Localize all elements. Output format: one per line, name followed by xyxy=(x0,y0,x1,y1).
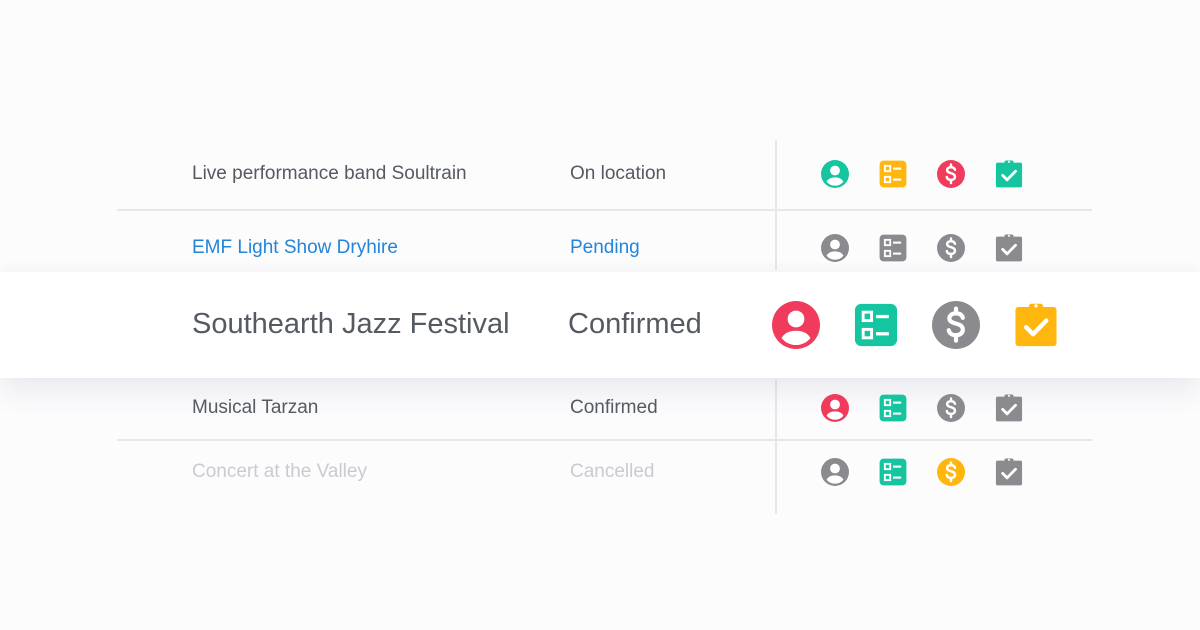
table-row[interactable]: EMF Light Show Dryhire Pending xyxy=(0,228,1200,268)
clipboard-check-icon[interactable] xyxy=(995,234,1023,262)
clipboard-check-icon[interactable] xyxy=(995,458,1023,486)
dollar-icon[interactable] xyxy=(937,458,965,486)
status-icons xyxy=(772,301,1058,349)
checklist-icon[interactable] xyxy=(879,234,907,262)
clipboard-check-icon[interactable] xyxy=(995,394,1023,422)
event-status: Confirmed xyxy=(568,308,702,340)
status-icons xyxy=(821,234,1023,262)
table-row[interactable]: Live performance band Soultrain On locat… xyxy=(0,154,1200,194)
clipboard-check-icon[interactable] xyxy=(995,160,1023,188)
row-divider xyxy=(117,209,1092,211)
event-status: On location xyxy=(570,163,667,184)
clipboard-check-icon[interactable] xyxy=(1014,303,1058,347)
person-icon[interactable] xyxy=(821,160,849,188)
dollar-icon[interactable] xyxy=(937,234,965,262)
dollar-icon[interactable] xyxy=(937,394,965,422)
checklist-icon[interactable] xyxy=(854,303,898,347)
event-name[interactable]: Southearth Jazz Festival xyxy=(192,308,510,341)
person-icon[interactable] xyxy=(772,301,820,349)
dollar-icon[interactable] xyxy=(932,301,980,349)
event-name[interactable]: Concert at the Valley xyxy=(192,461,367,483)
dollar-icon[interactable] xyxy=(937,160,965,188)
event-name[interactable]: Musical Tarzan xyxy=(192,397,318,419)
row-divider xyxy=(117,439,1092,441)
event-status: Confirmed xyxy=(570,397,658,418)
person-icon[interactable] xyxy=(821,458,849,486)
table-row[interactable]: Musical Tarzan Confirmed xyxy=(0,388,1200,428)
person-icon[interactable] xyxy=(821,394,849,422)
status-icons xyxy=(821,458,1023,486)
table-row[interactable]: Concert at the Valley Cancelled xyxy=(0,452,1200,492)
checklist-icon[interactable] xyxy=(879,160,907,188)
status-icons xyxy=(821,394,1023,422)
table-row-highlighted[interactable]: Southearth Jazz Festival Confirmed xyxy=(0,272,1200,378)
event-status: Pending xyxy=(570,237,640,258)
checklist-icon[interactable] xyxy=(879,458,907,486)
event-status: Cancelled xyxy=(570,461,655,482)
person-icon[interactable] xyxy=(821,234,849,262)
event-name[interactable]: EMF Light Show Dryhire xyxy=(192,237,398,259)
status-icons xyxy=(821,160,1023,188)
event-name[interactable]: Live performance band Soultrain xyxy=(192,163,467,185)
checklist-icon[interactable] xyxy=(879,394,907,422)
